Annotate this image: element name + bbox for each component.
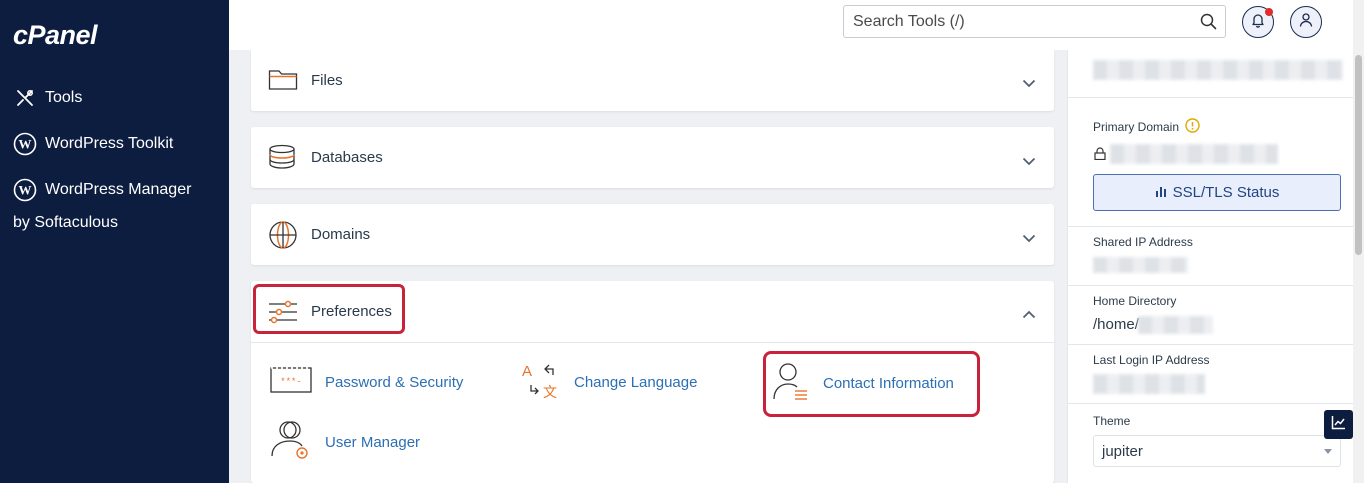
tool-contact-information[interactable]: Contact Information <box>771 361 954 406</box>
section-title: Files <box>311 72 343 89</box>
wordpress-icon: W <box>13 132 37 156</box>
redacted-value <box>1093 374 1205 394</box>
tool-label[interactable]: Contact Information <box>823 375 954 392</box>
user-manager-icon <box>270 420 325 465</box>
theme-label: Theme <box>1093 414 1131 428</box>
primary-domain-label: Primary Domain <box>1093 118 1200 136</box>
bar-chart-icon <box>1155 184 1167 201</box>
svg-text:A: A <box>522 363 532 380</box>
redacted-value <box>1093 257 1188 273</box>
redacted-value <box>1093 60 1343 80</box>
tool-user-manager[interactable]: User Manager <box>270 420 420 465</box>
home-directory-value: /home/ <box>1093 316 1139 333</box>
svg-text:文: 文 <box>543 385 557 399</box>
last-login-label: Last Login IP Address <box>1093 353 1210 367</box>
sidebar-item-sublabel[interactable]: by Softaculous <box>13 214 118 232</box>
wordpress-icon: W <box>13 178 37 202</box>
chevron-down-icon[interactable] <box>1022 153 1036 171</box>
section-domains[interactable]: Domains <box>251 204 1054 265</box>
sidebar-item-label: WordPress Toolkit <box>45 135 174 152</box>
svg-text:***-: ***- <box>280 377 302 387</box>
divider <box>251 342 1054 343</box>
scrollbar-thumb[interactable] <box>1355 55 1362 255</box>
folder-icon <box>268 67 298 96</box>
tool-change-language[interactable]: A文 Change Language <box>521 361 697 404</box>
user-icon <box>1298 12 1314 33</box>
home-directory-label: Home Directory <box>1093 294 1177 308</box>
stats-toggle-button[interactable] <box>1324 410 1353 439</box>
main-content: Files Databases Domains Preferences ***-… <box>229 50 1067 483</box>
search-icon[interactable] <box>1200 13 1217 35</box>
section-databases[interactable]: Databases <box>251 127 1054 188</box>
sidebar: cPanel Tools W WordPress Toolkit W WordP… <box>0 0 229 483</box>
sidebar-item-wordpress-manager[interactable]: W WordPress Manager <box>13 178 191 202</box>
globe-icon <box>268 220 298 255</box>
top-header <box>229 0 1353 50</box>
section-title: Databases <box>311 149 383 166</box>
sidebar-item-wordpress-toolkit[interactable]: W WordPress Toolkit <box>13 132 173 156</box>
search-input[interactable] <box>844 6 1184 37</box>
theme-value: jupiter <box>1102 443 1143 460</box>
warning-icon[interactable] <box>1185 118 1200 136</box>
shared-ip-label: Shared IP Address <box>1093 235 1193 249</box>
account-info-panel: Primary Domain SSL/TLS Status Shared IP … <box>1067 50 1354 483</box>
section-title: Domains <box>311 226 371 243</box>
redacted-value <box>1110 144 1278 164</box>
contact-icon <box>771 361 823 406</box>
user-menu-button[interactable] <box>1290 6 1322 38</box>
section-title[interactable]: Preferences <box>311 303 392 320</box>
cpanel-logo[interactable]: cPanel <box>13 20 98 51</box>
svg-text:W: W <box>19 183 32 198</box>
section-files[interactable]: Files <box>251 50 1054 111</box>
password-icon: ***- <box>270 365 325 400</box>
redacted-value <box>1138 316 1213 334</box>
search-box[interactable] <box>843 5 1226 38</box>
section-preferences: Preferences ***- Password & Security A文 … <box>251 281 1054 483</box>
sidebar-item-label: WordPress Manager <box>45 181 192 198</box>
tools-icon <box>13 86 37 110</box>
chevron-down-icon[interactable] <box>1022 75 1036 93</box>
notification-badge <box>1265 8 1273 16</box>
chevron-down-icon[interactable] <box>1022 230 1036 248</box>
line-chart-icon <box>1331 415 1346 435</box>
theme-select[interactable]: jupiter <box>1093 435 1341 467</box>
svg-text:W: W <box>19 137 32 152</box>
tool-label[interactable]: Change Language <box>574 374 697 391</box>
bell-icon <box>1250 12 1266 33</box>
dropdown-arrow-icon <box>1324 449 1332 454</box>
chevron-up-icon[interactable] <box>1022 306 1036 324</box>
tool-password-security[interactable]: ***- Password & Security <box>270 365 463 400</box>
tool-label[interactable]: Password & Security <box>325 374 463 391</box>
ssl-tls-status-button[interactable]: SSL/TLS Status <box>1093 174 1341 211</box>
notifications-button[interactable] <box>1242 6 1274 38</box>
language-icon: A文 <box>521 361 574 404</box>
sidebar-item-label: Tools <box>45 89 83 106</box>
sliders-icon <box>268 299 298 330</box>
lock-icon <box>1094 147 1106 165</box>
database-icon <box>268 144 296 175</box>
tool-label[interactable]: User Manager <box>325 434 420 451</box>
page-scrollbar[interactable] <box>1353 0 1364 483</box>
sidebar-item-tools[interactable]: Tools <box>13 86 82 110</box>
